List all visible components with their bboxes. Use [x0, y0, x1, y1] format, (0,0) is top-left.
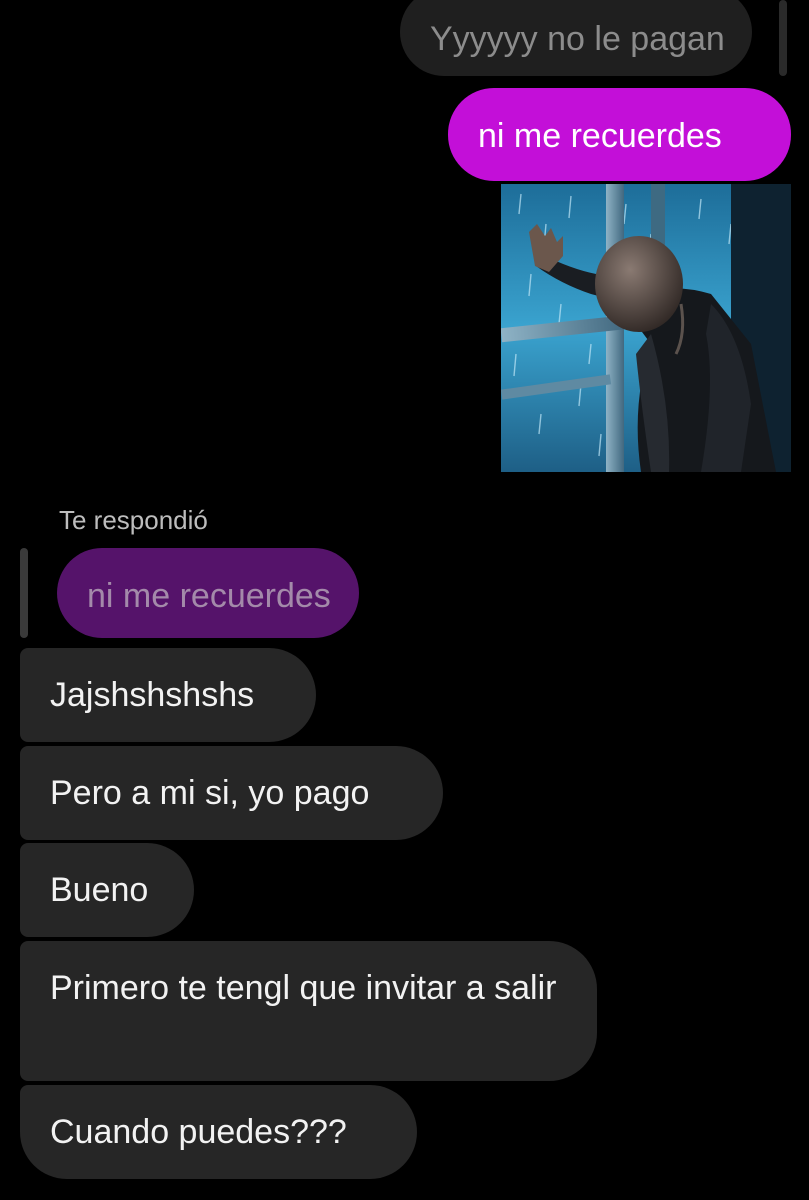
incoming-message-text: Jajshshshshs — [50, 676, 255, 714]
quoted-outgoing-text: Yyyyyy no le pagan — [430, 20, 725, 58]
incoming-message[interactable]: Cuando puedes??? — [20, 1085, 417, 1179]
shared-image[interactable] — [501, 184, 791, 472]
quoted-outgoing-message[interactable]: Yyyyyy no le pagan — [400, 0, 752, 76]
incoming-message[interactable]: Bueno — [20, 843, 194, 937]
incoming-message-text: Cuando puedes??? — [50, 1113, 347, 1151]
outgoing-message-text: ni me recuerdes — [478, 117, 722, 155]
reply-indicator-bar — [20, 548, 28, 638]
incoming-message[interactable]: Pero a mi si, yo pago — [20, 746, 443, 840]
outgoing-message[interactable]: ni me recuerdes — [448, 88, 791, 181]
reply-indicator-bar — [779, 0, 787, 76]
incoming-message[interactable]: Jajshshshshs — [20, 648, 316, 742]
incoming-message-text: Bueno — [50, 871, 149, 909]
incoming-message[interactable]: Primero te tengl que invitar a salir — [20, 941, 597, 1081]
quoted-reply-text: ni me recuerdes — [87, 577, 331, 615]
quoted-reply-message[interactable]: ni me recuerdes — [57, 548, 359, 638]
sad-man-at-window-image — [501, 184, 791, 472]
incoming-message-text: Primero te tengl que invitar a salir — [50, 969, 557, 1007]
replied-to-label: Te respondió — [59, 505, 208, 535]
incoming-message-text: Pero a mi si, yo pago — [50, 774, 370, 812]
